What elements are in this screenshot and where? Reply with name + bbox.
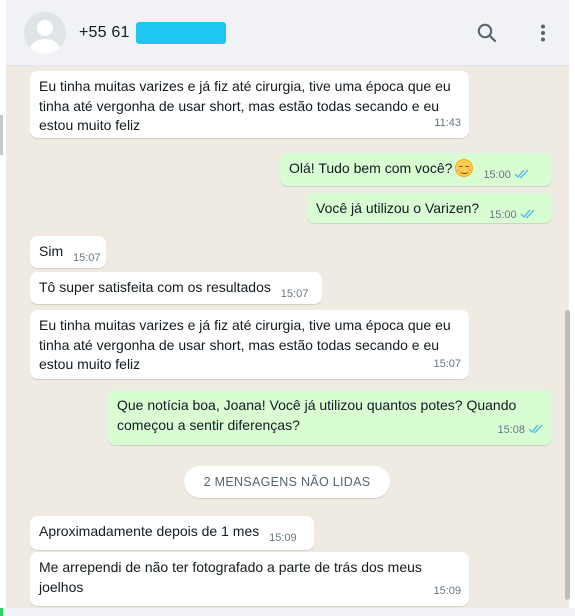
incoming-message[interactable]: Aproximadamente depois de 1 mes 15:09 [30, 516, 314, 550]
message-text: Sim [39, 243, 64, 259]
read-ticks-icon [514, 169, 529, 179]
message-text: Que notícia boa, Joana! Você já utilizou… [117, 397, 517, 433]
message-time: 15:00 [483, 166, 530, 186]
incoming-message[interactable]: Tô super satisfeita com os resultados 15… [30, 272, 322, 304]
message-text: Olá! Tudo bem com você? [289, 160, 453, 176]
outgoing-message[interactable]: Você já utilizou o Varizen? 15:00 [307, 193, 552, 223]
avatar-head [37, 20, 53, 36]
message-text: Me arrependi de não ter fotografado a pa… [39, 559, 422, 595]
message-text: Tô super satisfeita com os resultados [39, 279, 271, 295]
unread-messages-banner: 2 MENSAGENS NÃO LIDAS [184, 466, 390, 498]
outgoing-message[interactable]: Olá! Tudo bem com você? 15:00 [280, 153, 552, 186]
message-time: 15:09 [433, 584, 461, 597]
accent-edge [0, 608, 3, 616]
message-time: 15:07 [73, 252, 101, 264]
incoming-message[interactable]: Me arrependi de não ter fotografado a pa… [30, 552, 469, 606]
default-avatar-icon[interactable] [24, 12, 66, 54]
message-time-text: 15:00 [483, 169, 511, 181]
composer-edge [0, 608, 575, 616]
message-time-text: 15:08 [497, 423, 525, 436]
redaction-mark [136, 22, 226, 44]
message-time: 11:43 [434, 116, 461, 129]
incoming-message[interactable]: Sim 15:07 [30, 236, 106, 268]
message-text: Aproximadamente depois de 1 mes [39, 523, 260, 539]
whatsapp-chat-window: +55 61 Eu tinha muitas varizes e já fiz … [0, 0, 575, 616]
message-time: 15:07 [280, 288, 309, 300]
search-icon[interactable] [475, 21, 499, 45]
incoming-message[interactable]: Eu tinha muitas varizes e já fiz até cir… [30, 71, 469, 138]
message-time-text: 15:00 [489, 209, 517, 221]
message-text: Você já utilizou o Varizen? [316, 200, 480, 216]
read-ticks-icon [528, 424, 543, 433]
message-time: 15:00 [489, 206, 536, 226]
vertical-dots-menu-icon[interactable] [531, 21, 555, 45]
avatar-body [29, 39, 61, 54]
message-time: 15:07 [433, 357, 461, 370]
message-text: Eu tinha muitas varizes e já fiz até cir… [39, 78, 451, 133]
message-text: Eu tinha muitas varizes e já fiz até cir… [39, 317, 451, 372]
read-ticks-icon [520, 209, 535, 219]
incoming-message[interactable]: Eu tinha muitas varizes e já fiz até cir… [30, 310, 469, 379]
message-time: 15:09 [269, 532, 297, 544]
contact-name[interactable]: +55 61 [79, 24, 130, 42]
message-time: 15:08 [497, 421, 544, 441]
outgoing-message[interactable]: Que notícia boa, Joana! Você já utilizou… [108, 390, 552, 445]
window-edge [0, 115, 3, 155]
chat-header: +55 61 [6, 0, 569, 66]
smiling-face-emoji-icon [455, 159, 474, 177]
chat-scrollbar[interactable] [565, 310, 570, 600]
